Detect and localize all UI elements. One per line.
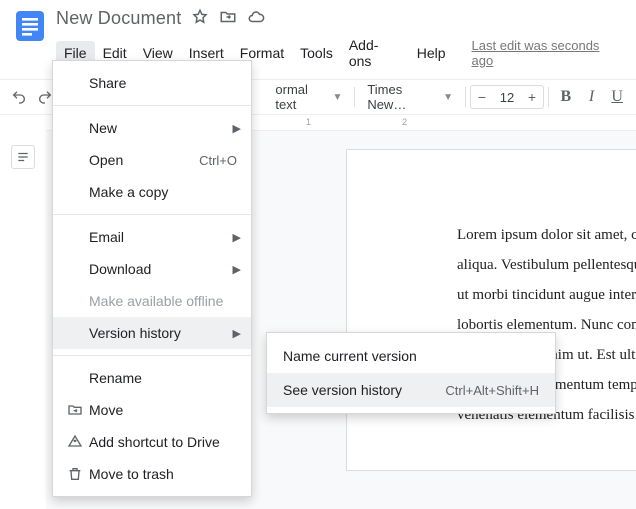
menu-item-rename[interactable]: Rename xyxy=(53,362,251,394)
bold-button[interactable]: B xyxy=(553,83,579,111)
menu-item-make-copy[interactable]: Make a copy xyxy=(53,176,251,208)
cloud-status-icon[interactable] xyxy=(247,8,265,29)
font-size-increase[interactable]: + xyxy=(521,89,543,105)
submenu-arrow-icon: ▶ xyxy=(233,231,241,244)
version-history-submenu: Name current version See version history… xyxy=(266,332,556,414)
shortcut-label: Ctrl+O xyxy=(199,153,237,168)
underline-button[interactable]: U xyxy=(604,83,630,111)
menu-item-make-offline: Make available offline xyxy=(53,285,251,317)
separator xyxy=(354,87,355,107)
menu-item-add-shortcut[interactable]: Add shortcut to Drive xyxy=(53,426,251,458)
docs-app-icon[interactable] xyxy=(12,8,48,44)
font-family-label: Times New… xyxy=(367,82,437,112)
menu-item-open[interactable]: OpenCtrl+O xyxy=(53,144,251,176)
move-folder-icon[interactable] xyxy=(219,8,237,29)
menu-item-share[interactable]: Share xyxy=(53,67,251,99)
ruler-tick: 1 xyxy=(306,117,311,127)
star-icon[interactable] xyxy=(191,8,209,29)
folder-move-icon xyxy=(67,402,89,418)
menu-item-email[interactable]: Email▶ xyxy=(53,221,251,253)
submenu-item-see-history[interactable]: See version historyCtrl+Alt+Shift+H xyxy=(267,373,555,407)
menu-item-download[interactable]: Download▶ xyxy=(53,253,251,285)
last-edit-link[interactable]: Last edit was seconds ago xyxy=(472,38,624,68)
italic-button[interactable]: I xyxy=(579,83,605,111)
ruler-tick: 2 xyxy=(402,117,407,127)
menu-separator xyxy=(53,105,251,106)
font-size-decrease[interactable]: − xyxy=(471,89,493,105)
shortcut-label: Ctrl+Alt+Shift+H xyxy=(445,383,539,398)
menu-item-version-history[interactable]: Version history▶ xyxy=(53,317,251,349)
drive-shortcut-icon xyxy=(67,434,89,450)
menu-addons[interactable]: Add-ons xyxy=(341,33,409,73)
submenu-arrow-icon: ▶ xyxy=(233,327,241,340)
menu-item-move[interactable]: Move xyxy=(53,394,251,426)
font-size-stepper: − 12 + xyxy=(470,85,544,109)
separator xyxy=(465,87,466,107)
font-family-select[interactable]: Times New… ▼ xyxy=(359,83,461,111)
font-size-value[interactable]: 12 xyxy=(493,90,521,105)
menu-help[interactable]: Help xyxy=(409,41,454,65)
submenu-arrow-icon: ▶ xyxy=(233,122,241,135)
chevron-down-icon: ▼ xyxy=(443,92,453,103)
menu-item-move-to-trash[interactable]: Move to trash xyxy=(53,458,251,490)
menu-tools[interactable]: Tools xyxy=(292,41,341,65)
submenu-item-name-current[interactable]: Name current version xyxy=(267,339,555,373)
menu-separator xyxy=(53,355,251,356)
paragraph-style-label: ormal text xyxy=(275,82,326,112)
separator xyxy=(548,87,549,107)
submenu-arrow-icon: ▶ xyxy=(233,263,241,276)
document-title[interactable]: New Document xyxy=(56,8,181,29)
file-menu-dropdown: Share New▶ OpenCtrl+O Make a copy Email▶… xyxy=(52,60,252,497)
undo-button[interactable] xyxy=(6,83,32,111)
chevron-down-icon: ▼ xyxy=(332,92,342,103)
menu-item-new[interactable]: New▶ xyxy=(53,112,251,144)
document-outline-button[interactable] xyxy=(11,145,35,169)
menu-separator xyxy=(53,214,251,215)
trash-icon xyxy=(67,466,89,482)
document-page[interactable]: Lorem ipsum dolor sit amet, consectetur … xyxy=(346,149,636,471)
paragraph-style-select[interactable]: ormal text ▼ xyxy=(267,83,350,111)
